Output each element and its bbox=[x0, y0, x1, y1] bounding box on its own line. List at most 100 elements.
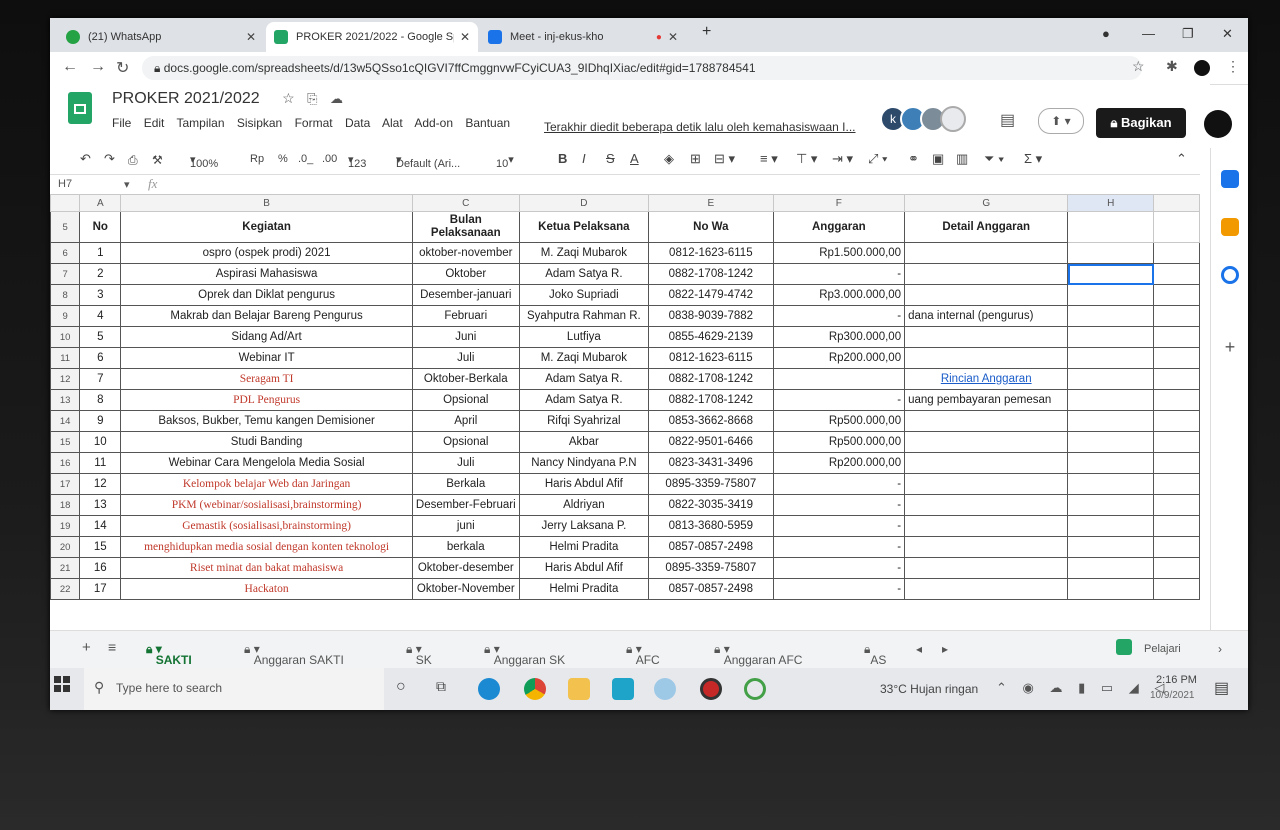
cell[interactable] bbox=[1153, 326, 1200, 348]
cell-ketua[interactable]: M. Zaqi Mubarok bbox=[518, 347, 650, 369]
document-title-text[interactable]: PROKER 2021/2022 bbox=[112, 90, 260, 107]
cell-detail-anggaran[interactable] bbox=[904, 473, 1069, 495]
strikethrough-icon[interactable]: S bbox=[606, 151, 615, 166]
cell-detail-anggaran[interactable] bbox=[904, 557, 1069, 579]
star-icon[interactable]: ☆ bbox=[282, 90, 295, 106]
cell-bulan[interactable]: juni bbox=[411, 515, 520, 537]
url-field[interactable]: 🔒︎ docs.google.com/spreadsheets/d/13w5QS… bbox=[142, 56, 1142, 80]
clock-date[interactable]: 10/9/2021 bbox=[1150, 690, 1195, 701]
cell-anggaran[interactable]: Rp500.000,00 bbox=[772, 410, 906, 432]
cell-bulan[interactable]: Desember-Februari bbox=[411, 494, 520, 516]
menu-data[interactable]: Data bbox=[345, 116, 370, 130]
cell-detail-anggaran[interactable]: dana internal (pengurus) bbox=[904, 305, 1069, 327]
sync-app-icon[interactable] bbox=[744, 678, 766, 700]
header-cell[interactable]: Bulan Pelaksanaan bbox=[411, 211, 520, 243]
cell-kegiatan[interactable]: Webinar Cara Mengelola Media Sosial bbox=[120, 452, 413, 474]
cell-kegiatan[interactable]: Baksos, Bukber, Temu kangen Demisioner bbox=[120, 410, 413, 432]
comments-icon[interactable]: ▤ bbox=[1000, 110, 1015, 130]
cell-ketua[interactable]: Helmi Pradita bbox=[518, 578, 650, 600]
bold-icon[interactable]: B bbox=[558, 151, 567, 166]
menu-insert[interactable]: Sisipkan bbox=[237, 116, 282, 130]
cell-detail-anggaran[interactable] bbox=[904, 410, 1069, 432]
cell-no-wa[interactable]: 0838-9039-7882 bbox=[648, 305, 774, 327]
cell-bulan[interactable]: Oktober bbox=[411, 263, 520, 285]
cell-kegiatan[interactable]: Makrab dan Belajar Bareng Pengurus bbox=[120, 305, 413, 327]
cell-detail-anggaran[interactable] bbox=[904, 284, 1069, 306]
reload-icon[interactable]: ↻ bbox=[116, 58, 129, 78]
cell[interactable] bbox=[1153, 368, 1200, 390]
cell[interactable] bbox=[1067, 284, 1155, 306]
cell-anggaran[interactable] bbox=[772, 368, 906, 390]
cell-anggaran[interactable]: - bbox=[772, 494, 906, 516]
column-header[interactable]: E bbox=[648, 194, 774, 212]
row-header[interactable]: 15 bbox=[50, 431, 81, 453]
cell-ketua[interactable]: Aldriyan bbox=[518, 494, 650, 516]
cell[interactable] bbox=[1153, 557, 1200, 579]
scroll-tabs-right-icon[interactable]: ▸ bbox=[942, 642, 948, 656]
column-header[interactable]: B bbox=[120, 194, 413, 212]
task-view-icon[interactable]: ⧉ bbox=[436, 678, 446, 695]
cell-kegiatan[interactable]: Studi Banding bbox=[120, 431, 413, 453]
scroll-tabs-left-icon[interactable]: ◂ bbox=[916, 642, 922, 656]
cell-bulan[interactable]: berkala bbox=[411, 536, 520, 558]
text-color-icon[interactable]: A bbox=[630, 151, 639, 166]
cell-kegiatan[interactable]: Aspirasi Mahasiswa bbox=[120, 263, 413, 285]
cell-bulan[interactable]: Desember-januari bbox=[411, 284, 520, 306]
move-icon[interactable]: ⎘ bbox=[307, 91, 317, 106]
explore-label[interactable]: Pelajari bbox=[1144, 643, 1181, 655]
cell-anggaran[interactable]: Rp500.000,00 bbox=[772, 431, 906, 453]
cell-anggaran[interactable]: - bbox=[772, 557, 906, 579]
currency-format-button[interactable]: Rp bbox=[250, 153, 264, 165]
cell-anggaran[interactable]: Rp200.000,00 bbox=[772, 452, 906, 474]
cell-no[interactable]: 1 bbox=[79, 242, 122, 264]
cell-ketua[interactable]: Haris Abdul Afif bbox=[518, 473, 650, 495]
cell-no[interactable]: 4 bbox=[79, 305, 122, 327]
header-cell[interactable]: Kegiatan bbox=[120, 211, 413, 243]
row-header[interactable]: 5 bbox=[50, 211, 81, 243]
cell-kegiatan[interactable]: ospro (ospek prodi) 2021 bbox=[120, 242, 413, 264]
cell-detail-anggaran[interactable] bbox=[904, 347, 1069, 369]
tasks-icon[interactable] bbox=[1221, 266, 1239, 284]
cell-no-wa[interactable]: 0895-3359-75807 bbox=[648, 473, 774, 495]
cell-bulan[interactable]: oktober-november bbox=[411, 242, 520, 264]
close-window-icon[interactable]: ✕ bbox=[1222, 26, 1233, 42]
cell[interactable] bbox=[1153, 494, 1200, 516]
cell-no-wa[interactable]: 0882-1708-1242 bbox=[648, 263, 774, 285]
menu-addons[interactable]: Add-on bbox=[414, 116, 453, 130]
cell-no[interactable]: 3 bbox=[79, 284, 122, 306]
notifications-icon[interactable]: ▤ bbox=[1214, 678, 1229, 698]
bookmark-star-icon[interactable]: ☆ bbox=[1132, 58, 1145, 75]
cell-kegiatan[interactable]: PDL Pengurus bbox=[120, 389, 413, 411]
cell-ketua[interactable]: Joko Supriadi bbox=[518, 284, 650, 306]
last-edit-link[interactable]: Terakhir diedit beberapa detik lalu oleh… bbox=[544, 120, 856, 134]
column-header[interactable]: C bbox=[411, 194, 520, 212]
sheet-tab-anggaran-afc[interactable]: 🔒︎ Anggaran AFC ▾ bbox=[714, 642, 802, 667]
tab-sheets[interactable]: PROKER 2021/2022 - Google Spr ✕ bbox=[266, 22, 478, 52]
cell[interactable] bbox=[1067, 536, 1155, 558]
row-header[interactable]: 21 bbox=[50, 557, 81, 579]
cell-detail-anggaran[interactable] bbox=[904, 536, 1069, 558]
cell[interactable] bbox=[1067, 305, 1155, 327]
column-header[interactable]: A bbox=[79, 194, 122, 212]
row-header[interactable]: 11 bbox=[50, 347, 81, 369]
collapse-menu-icon[interactable]: ⌃ bbox=[1176, 151, 1187, 167]
cell[interactable] bbox=[1153, 242, 1200, 264]
browser-menu-icon[interactable]: ⋮ bbox=[1226, 58, 1240, 75]
cell[interactable] bbox=[1067, 368, 1155, 390]
cell-detail-anggaran[interactable]: Rincian Anggaran bbox=[904, 368, 1069, 390]
row-header[interactable]: 16 bbox=[50, 452, 81, 474]
cell-detail-anggaran[interactable]: uang pembayaran pemesan bbox=[904, 389, 1069, 411]
cell-ketua[interactable]: Rifqi Syahrizal bbox=[518, 410, 650, 432]
close-tab-icon[interactable]: ✕ bbox=[246, 30, 256, 44]
cortana-icon[interactable]: ○ bbox=[396, 678, 406, 696]
cell-ketua[interactable]: Adam Satya R. bbox=[518, 263, 650, 285]
sheet-tab-sk[interactable]: 🔒︎ SK ▾ bbox=[406, 642, 432, 667]
cell[interactable] bbox=[1067, 473, 1155, 495]
cell-bulan[interactable]: Oktober-November bbox=[411, 578, 520, 600]
cell-no[interactable]: 17 bbox=[79, 578, 122, 600]
cell-anggaran[interactable]: - bbox=[772, 536, 906, 558]
cell-ketua[interactable]: Haris Abdul Afif bbox=[518, 557, 650, 579]
cell[interactable] bbox=[1153, 211, 1200, 243]
tab-whatsapp[interactable]: (21) WhatsApp ✕ bbox=[58, 22, 264, 52]
cell-anggaran[interactable]: Rp3.000.000,00 bbox=[772, 284, 906, 306]
